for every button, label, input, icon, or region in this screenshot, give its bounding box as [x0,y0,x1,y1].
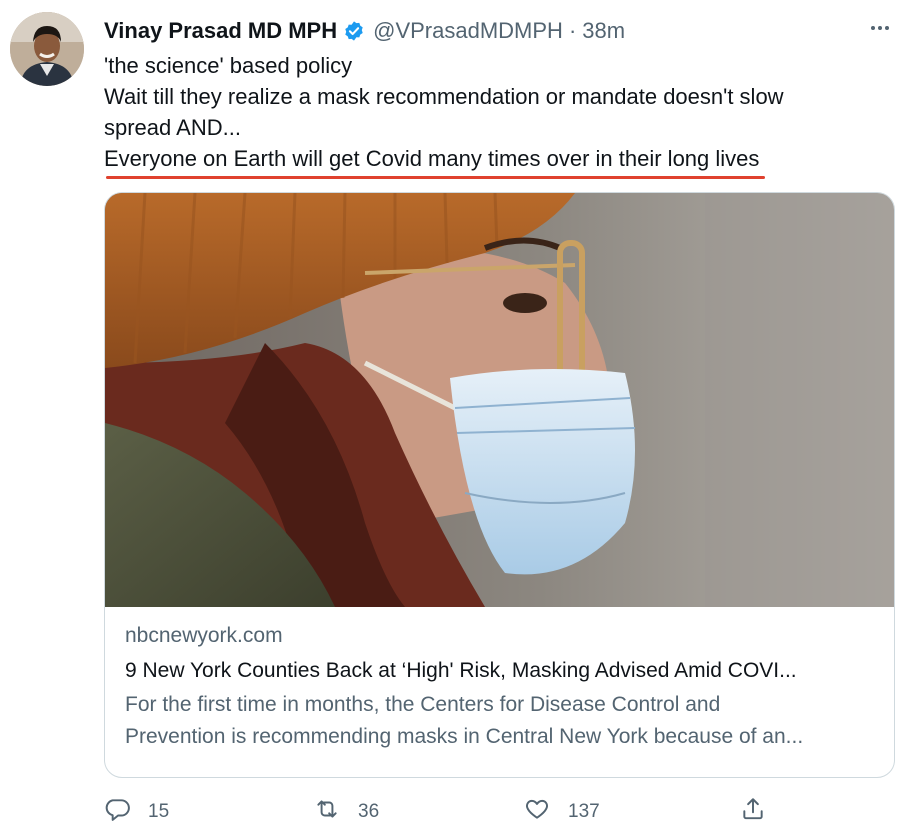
reply-button[interactable]: 15 [104,794,169,830]
like-icon [524,796,550,828]
tweet-text: 'the science' based policy Wait till the… [104,50,884,179]
link-description: For the first time in months, the Center… [125,689,874,753]
link-description-line: For the first time in months, the Center… [125,693,721,716]
tweet-text-line: Wait till they realize a mask recommenda… [104,84,784,109]
reply-icon [104,796,130,828]
author-handle[interactable]: @VPrasadMDMPH [373,18,563,44]
link-headline[interactable]: 9 New York Counties Back at ‘High' Risk,… [125,653,874,689]
more-horizontal-icon[interactable] [866,14,894,42]
retweet-icon [314,796,340,828]
link-preview-meta: nbcnewyork.com 9 New York Counties Back … [125,621,874,753]
tweet-text-line: 'the science' based policy [104,53,353,78]
link-description-line: Prevention is recommending masks in Cent… [125,725,804,748]
tweet-actions: 15 36 137 [104,794,784,830]
tweet-text-line-underlined: Everyone on Earth will get Covid many ti… [104,143,766,179]
avatar[interactable] [10,12,84,86]
link-domain: nbcnewyork.com [125,624,283,647]
link-preview-card[interactable]: nbcnewyork.com 9 New York Counties Back … [104,192,895,778]
tweet-timestamp[interactable]: 38m [582,18,625,44]
verified-badge-icon [343,20,365,42]
retweet-count: 36 [358,801,380,822]
like-button[interactable]: 137 [524,794,600,830]
tweet-header: Vinay Prasad MD MPH @VPrasadMDMPH · 38m [104,16,892,46]
like-count: 137 [568,801,600,822]
author-name[interactable]: Vinay Prasad MD MPH [104,18,337,44]
link-preview-image[interactable] [105,193,894,607]
tweet-text-line: spread AND... [104,115,241,140]
header-separator: · [568,18,577,43]
retweet-button[interactable]: 36 [314,794,379,830]
reply-count: 15 [148,801,170,822]
share-icon [740,796,766,828]
share-button[interactable] [740,794,766,830]
